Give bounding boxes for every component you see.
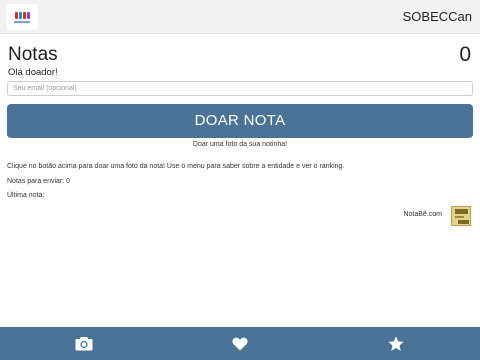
- bottom-tab-bar: [0, 325, 480, 360]
- camera-icon: [75, 337, 93, 351]
- organization-name: SOBECCan: [402, 9, 472, 24]
- greeting-text: Olá doador!: [8, 67, 58, 78]
- tab-heart[interactable]: [162, 327, 318, 360]
- star-icon: [388, 336, 404, 351]
- donate-note-button[interactable]: DOAR NOTA: [7, 104, 473, 138]
- last-note-text: Última nota:: [7, 192, 45, 199]
- organization-logo: [6, 4, 38, 30]
- pending-notes-text: Notas para enviar: 0: [7, 178, 71, 185]
- heart-icon: [232, 337, 248, 350]
- donate-hint-text: Doar uma foto da sua notinha!: [192, 141, 288, 148]
- instructions-text: Clique no botão acima para doar uma foto…: [7, 163, 345, 170]
- notabe-logo[interactable]: [451, 206, 471, 226]
- page-title: Notas: [8, 44, 58, 65]
- email-input[interactable]: [7, 81, 473, 96]
- notes-count: 0: [459, 43, 471, 66]
- tab-star[interactable]: [318, 327, 474, 360]
- credit-link[interactable]: NotaBê.com: [403, 211, 442, 218]
- top-bar: SOBECCan: [0, 0, 480, 34]
- tab-camera[interactable]: [6, 325, 162, 360]
